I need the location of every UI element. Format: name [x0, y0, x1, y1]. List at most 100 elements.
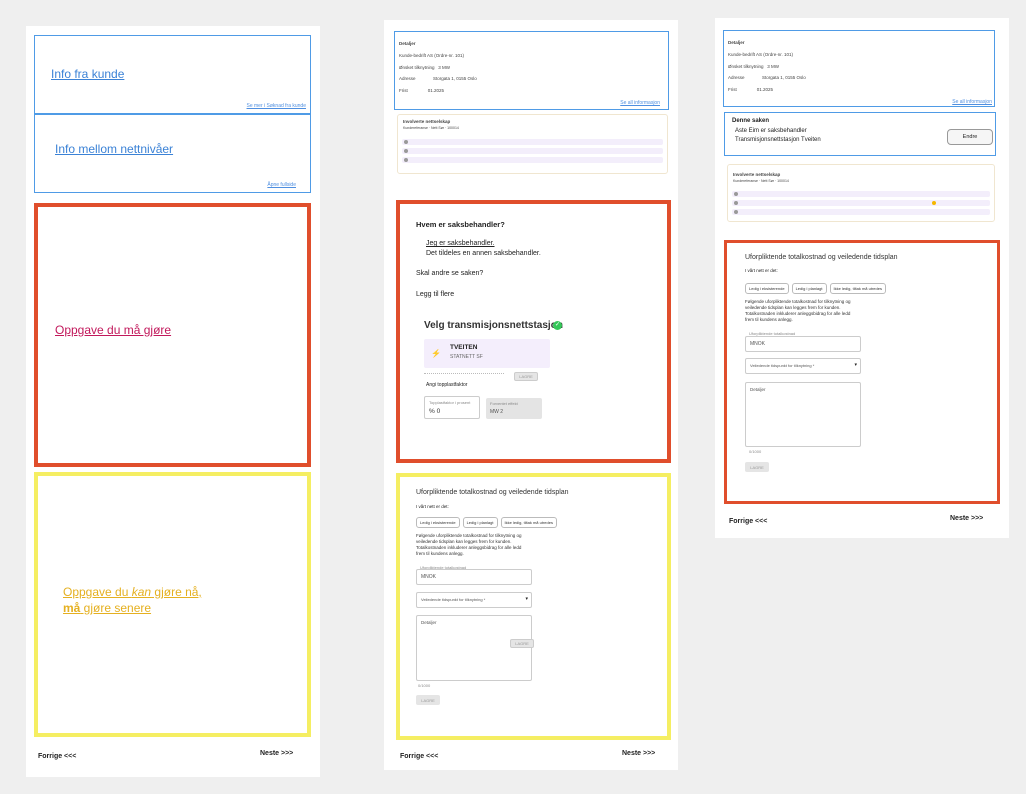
station-name: TVEITEN	[450, 344, 478, 351]
kostnad-input[interactable]: MNOK	[416, 569, 532, 585]
lagre-button[interactable]: LAGRE	[416, 695, 440, 705]
involverte-sub: Kundereferanse · Nett Sør · 100014	[403, 126, 459, 130]
denne-title: Denne saken	[732, 118, 770, 124]
details-line: Frist 01.2025	[728, 87, 774, 92]
forrige-button[interactable]: Forrige <<<	[400, 753, 438, 760]
chevron-down-icon: ▾	[525, 596, 528, 602]
involverte-row	[732, 191, 990, 197]
uforpliktende-box: Uforpliktende totalkostnad og veiledende…	[396, 473, 671, 740]
uforpliktende-desc: Følgende uforpliktende totalkostnad for …	[416, 533, 522, 556]
info-fra-kunde-link[interactable]: Info fra kunde	[51, 67, 124, 81]
details-box: Detaljer Kunde-bedrift AS (Ordre-nr. 101…	[723, 30, 995, 107]
angi-label: Angi topplastfaktor	[426, 382, 468, 388]
involverte-row	[402, 157, 663, 163]
chip-ikke-ledig[interactable]: Ikke ledig, tiltak må utredes	[500, 517, 557, 528]
i-vart-label: I vårt nett er det:	[416, 504, 449, 509]
kostnad-input[interactable]: MNOK	[745, 336, 861, 352]
lagre-overlay-button[interactable]: LAGRE	[510, 639, 534, 648]
se-alle-link[interactable]: Se all informasjon	[952, 99, 992, 105]
involverte-title: Involverte nettselskap	[403, 119, 451, 124]
lagre-button[interactable]: LAGRE	[745, 462, 769, 472]
tidspunkt-select[interactable]: Veiledende tidspunkt for tilknytning * ▾	[745, 358, 861, 374]
involverte-title: Involverte nettselskap	[733, 172, 781, 177]
details-line: Kunde-bedrift AS (Ordre-nr. 101)	[728, 52, 794, 57]
uforpliktende-title: Uforpliktende totalkostnad og veiledende…	[745, 254, 898, 261]
chip-ledig-eksisterende[interactable]: Ledig i eksisterende	[745, 283, 789, 294]
uforpliktende-box: Uforpliktende totalkostnad og veiledende…	[724, 240, 1000, 504]
oppgave-ma-link[interactable]: Oppgave du må gjøre	[55, 323, 171, 337]
option-jeg[interactable]: Jeg er saksbehandler.	[426, 240, 495, 247]
saksbehandler-box: Hvem er saksbehandler? Jeg er saksbehand…	[396, 200, 671, 463]
involverte-sub: Kundereferanse · Nett Sør · 100014	[733, 179, 789, 183]
wireframe-card-3: Detaljer Kunde-bedrift AS (Ordre-nr. 101…	[715, 18, 1009, 538]
station-dropdown-stub	[424, 369, 504, 374]
uforpliktende-desc: Følgende uforpliktende totalkostnad for …	[745, 299, 851, 322]
chip-ledig-planlagt[interactable]: Ledig i planlagt	[791, 283, 827, 294]
char-counter: 0/1000	[418, 683, 431, 688]
chevron-down-icon: ▾	[854, 362, 857, 368]
details-line: Ønsket tilknytning 3 MW	[399, 65, 451, 70]
details-line: Ønsket tilknytning 3 MW	[728, 64, 780, 69]
check-icon: ✓	[553, 321, 562, 330]
oppgave-kan-text[interactable]: Oppgave du kan gjøre nå, må gjøre senere	[63, 584, 202, 616]
skal-andre-label: Skal andre se saken?	[416, 270, 484, 277]
details-line: Kunde-bedrift AS (Ordre-nr. 101)	[399, 53, 465, 58]
denne-line2: Transmisjonsnettstasjon Tveiten	[735, 137, 821, 143]
details-line: Adresse Storgata 1, 0155 Oslo	[728, 75, 806, 80]
saksbehandler-question: Hvem er saksbehandler?	[416, 220, 505, 229]
station-icon: ⚡	[431, 349, 441, 358]
details-line: Frist 01.2025	[399, 88, 445, 93]
denne-saken-box: Denne saken Aste Eim er saksbehandler Tr…	[724, 112, 996, 156]
wireframe-card-2: Detaljer Kunde-bedrift AS (Ordre-nr. 101…	[384, 20, 678, 770]
detaljer-textarea[interactable]: Detaljer	[416, 615, 532, 681]
uforpliktende-title: Uforpliktende totalkostnad og veiledende…	[416, 489, 569, 496]
details-title: Detaljer	[399, 41, 416, 46]
forrige-button[interactable]: Forrige <<<	[729, 518, 767, 525]
details-title: Detaljer	[728, 40, 745, 45]
info-mellom-link[interactable]: Info mellom nettnivåer	[55, 142, 173, 156]
option-annen[interactable]: Det tildeles en annen saksbehandler.	[426, 250, 541, 257]
kapasitet-chips: Ledig i eksisterende Ledig i planlagt Ikke…	[745, 277, 889, 295]
legg-til-link[interactable]: Legg til flere	[416, 291, 454, 298]
involverte-row	[402, 139, 663, 145]
info-fra-kunde-box: Info fra kunde Se mer i Søknad fra kunde	[34, 35, 311, 114]
involverte-row	[732, 209, 990, 215]
se-alle-link[interactable]: Se all informasjon	[620, 100, 660, 106]
status-icon	[734, 210, 738, 214]
chip-ledig-eksisterende[interactable]: Ledig i eksisterende	[416, 517, 460, 528]
involverte-panel: Involverte nettselskap Kundereferanse · …	[727, 164, 995, 222]
se-mer-link[interactable]: Se mer i Søknad fra kunde	[247, 103, 306, 109]
oppgave-ma-box: Oppgave du må gjøre	[34, 203, 311, 467]
warning-icon	[932, 201, 936, 205]
status-icon	[734, 201, 738, 205]
status-icon	[404, 158, 408, 162]
oppgave-kan-box: Oppgave du kan gjøre nå, må gjøre senere	[34, 472, 311, 737]
neste-button[interactable]: Neste >>>	[260, 750, 293, 757]
endre-button[interactable]: Endre	[947, 129, 993, 145]
status-icon	[734, 192, 738, 196]
forventet-input: Forventet effekt MW 2	[486, 398, 542, 419]
char-counter: 0/1000	[749, 449, 762, 454]
chip-ikke-ledig[interactable]: Ikke ledig, tiltak må utredes	[829, 283, 886, 294]
station-option[interactable]: ⚡ TVEITEN STATNETT SF	[424, 339, 550, 368]
chip-ledig-planlagt[interactable]: Ledig i planlagt	[462, 517, 498, 528]
details-box: Detaljer Kunde-bedrift AS (Ordre-nr. 101…	[394, 31, 669, 110]
i-vart-label: I vårt nett er det:	[745, 268, 778, 273]
tidspunkt-select[interactable]: Veiledende tidspunkt for tilknytning * ▾	[416, 592, 532, 608]
wireframe-card-1: Info fra kunde Se mer i Søknad fra kunde…	[26, 26, 320, 777]
info-mellom-box: Info mellom nettnivåer Åpne fullside	[34, 114, 311, 193]
detaljer-textarea[interactable]: Detaljer	[745, 382, 861, 447]
involverte-row	[402, 148, 663, 154]
status-icon	[404, 140, 408, 144]
station-owner: STATNETT SF	[450, 354, 483, 360]
neste-button[interactable]: Neste >>>	[950, 515, 983, 522]
lagre-button[interactable]: LAGRE	[514, 372, 538, 381]
apne-fullside-link[interactable]: Åpne fullside	[267, 182, 296, 188]
forrige-button[interactable]: Forrige <<<	[38, 753, 76, 760]
topplast-input[interactable]: Topplastfaktor i prosent % 0	[424, 396, 480, 419]
denne-line1: Aste Eim er saksbehandler	[735, 128, 807, 134]
kapasitet-chips: Ledig i eksisterende Ledig i planlagt Ikke…	[416, 511, 560, 529]
status-icon	[404, 149, 408, 153]
neste-button[interactable]: Neste >>>	[622, 750, 655, 757]
details-line: Adresse Storgata 1, 0155 Oslo	[399, 76, 477, 81]
